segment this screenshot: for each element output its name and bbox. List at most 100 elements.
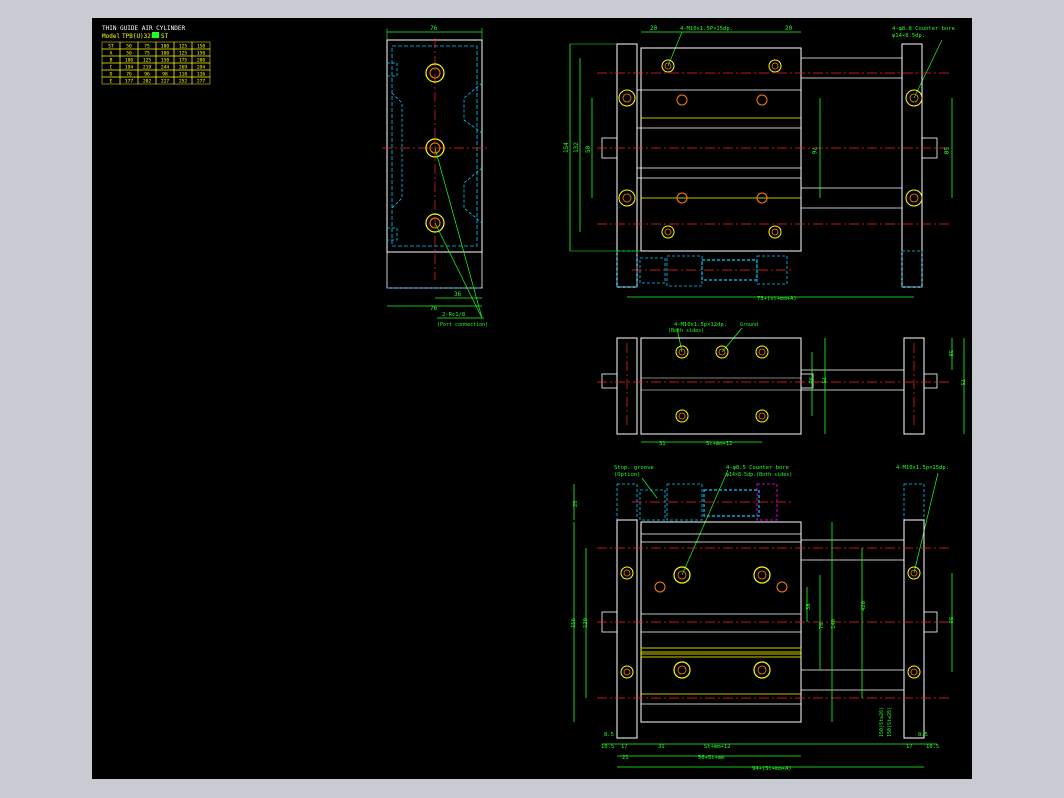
front-dim-56: 56+St+mm: [698, 755, 725, 761]
spec-table-cell: 244: [161, 64, 170, 70]
spec-table-cell: E: [110, 78, 113, 84]
mid-dim-st: St+mm+12: [706, 441, 733, 447]
spec-table-cell: 177: [125, 78, 134, 84]
front-dim-31: 31: [658, 744, 665, 750]
spec-table-cell: 227: [161, 78, 170, 84]
model-stroke-box: [152, 32, 159, 38]
spec-table-cell: 194: [125, 64, 134, 70]
front-end-plate-left: [616, 519, 638, 739]
spec-table-cell: 100: [125, 57, 134, 63]
mid-tap-holes: [675, 345, 769, 423]
side-hidden-outline: [391, 45, 478, 247]
front-dim-10-5-right: 10.5: [926, 744, 939, 750]
side-view: 76 76 36 2-Rc1/8 (Port connection): [382, 25, 488, 328]
top-dim-154: 154: [563, 142, 570, 153]
model-label: Model: [102, 33, 120, 40]
spec-table-cell: 75: [144, 50, 150, 56]
front-cb-note-1: 4-φ8.5 Counter bore: [726, 465, 789, 471]
spec-table-cell: B: [110, 57, 113, 63]
spec-table-cell: 200: [197, 57, 206, 63]
spec-table-cell: 277: [197, 78, 206, 84]
front-view: Stop. groove (Option) 4-φ8.5 Counter bor…: [571, 465, 953, 772]
spec-table-cell: 150: [161, 57, 170, 63]
front-dim-21: 21: [622, 755, 629, 761]
spec-table-cell: D: [110, 71, 113, 77]
front-dim-st: St+mm+12: [704, 744, 731, 750]
top-dim-76: 76: [810, 147, 817, 155]
mid-dim-75: 75: [820, 377, 826, 384]
side-dim-width-bottom: 76: [430, 305, 438, 312]
spec-table-cell: C: [110, 64, 113, 70]
top-dim-bottom: 73+(st+mm+A): [757, 296, 797, 302]
mid-dim-30: 30: [807, 377, 813, 384]
mid-cylinder-body: [640, 337, 802, 435]
front-stop-note-2: (Option): [614, 472, 641, 478]
front-dim-17-right: 17: [906, 744, 913, 750]
top-counter-note-2: φ14×8.5dp.: [892, 33, 925, 39]
spec-table-cell: 125: [143, 57, 152, 63]
spec-table-header-cell: 125: [179, 43, 188, 49]
front-dim-total: 94+(St+mm+A): [752, 766, 792, 772]
front-dim-17-left: 17: [621, 744, 628, 750]
title-block: THIN GUIDE AIR CYLINDER Model TPB(U)32× …: [101, 25, 211, 84]
spec-table-cell: 96: [144, 71, 150, 77]
front-dim-120: 120: [583, 618, 589, 628]
front-dim-76: 76: [819, 622, 825, 629]
front-dim-38: 38: [806, 603, 812, 610]
spec-table-cell: 100: [161, 50, 170, 56]
top-counter-note-1: 4-φ8.8 Counter bore: [892, 26, 955, 32]
mid-dim-38: 38: [947, 350, 953, 357]
spec-table-header-cell: 150: [197, 43, 206, 49]
spec-table-cell: 136: [197, 71, 206, 77]
spec-table: ST 50 75 100 125 150 A 50 75 100 125 150 B 100 125 150 1…: [101, 41, 211, 84]
spec-table-cell: 125: [179, 50, 188, 56]
front-vertical-note-1: 150(St≥26): [879, 707, 885, 737]
top-dim-132: 132: [573, 142, 580, 153]
mid-tap-sub: (Both sides): [668, 328, 704, 334]
mid-dim-31: 31: [659, 441, 666, 447]
spec-table-cell: 175: [179, 57, 188, 63]
spec-table-cell: 98: [162, 71, 168, 77]
front-end-plate-right: [903, 519, 925, 739]
side-body-outline: [386, 39, 483, 253]
top-view: 20 20 4-M10x1.5P×15dp. 4-φ8.8 Counter bo…: [563, 25, 955, 302]
spec-table-cell: 252: [179, 78, 188, 84]
drawing-sheet: THIN GUIDE AIR CYLINDER Model TPB(U)32× …: [101, 25, 965, 772]
spec-table-cell: 219: [143, 64, 152, 70]
top-dim-50: 50: [585, 145, 592, 153]
side-dim-offset: 36: [454, 291, 462, 298]
top-tap-holes: [661, 59, 782, 239]
title-text: THIN GUIDE AIR CYLINDER: [102, 25, 185, 32]
front-dim-80: 80: [947, 617, 953, 624]
spec-table-header-cell: ST: [108, 43, 114, 49]
front-tap-note: 4-M10x1.5p×15dp.: [896, 465, 949, 471]
spec-table-cell: 294: [197, 64, 206, 70]
front-tap-holes: [620, 566, 921, 679]
spec-table-cell: 150: [197, 50, 206, 56]
top-tap-note: 4-M10x1.5P×15dp.: [680, 26, 733, 32]
spec-table-header-cell: 75: [144, 43, 150, 49]
top-end-plate-right: [901, 43, 923, 288]
spec-table-cell: 76: [126, 71, 132, 77]
cad-drawing-canvas: THIN GUIDE AIR CYLINDER Model TPB(U)32× …: [92, 18, 972, 779]
front-dim-140: 140: [831, 619, 837, 629]
top-dim-right: 20: [785, 25, 793, 32]
side-port-note: (Port connection): [437, 322, 488, 328]
model-value: TPB(U)32×: [122, 33, 155, 40]
spec-table-header-cell: 100: [161, 43, 170, 49]
spec-table-header-cell: 50: [126, 43, 132, 49]
model-suffix: ST: [161, 33, 169, 40]
front-dim-420: 420: [861, 601, 867, 611]
middle-view: 4-M10x1.5p×12dp. (Both sides) Ground 31 …: [597, 322, 965, 447]
front-dim-25: 25: [573, 500, 579, 507]
top-cylinder-body: [640, 47, 802, 252]
front-dim-156: 156: [571, 618, 577, 628]
side-port-label: 2-Rc1/8: [442, 312, 465, 318]
spec-table-cell: 269: [179, 64, 188, 70]
top-end-plate-left: [616, 43, 638, 288]
spec-table-cell: 110: [179, 71, 188, 77]
top-dim-50-right: 50: [942, 147, 949, 155]
spec-table-cell: 202: [143, 78, 152, 84]
mid-ground-note: Ground: [740, 322, 758, 328]
front-vertical-note-2: 150(St≤25): [887, 707, 893, 737]
